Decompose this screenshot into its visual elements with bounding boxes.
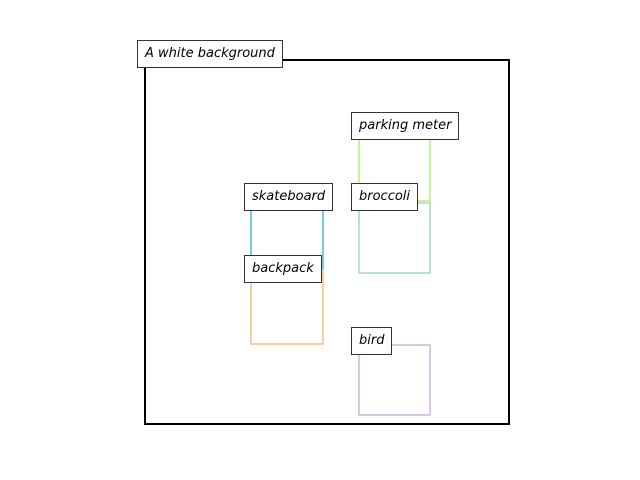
background-label: A white background — [137, 40, 283, 68]
parking-meter-label: parking meter — [351, 112, 460, 140]
skateboard-label: skateboard — [244, 183, 334, 211]
backpack-label: backpack — [244, 255, 322, 283]
broccoli-box — [358, 202, 431, 274]
bird-label: bird — [351, 327, 393, 355]
broccoli-label: broccoli — [351, 183, 419, 211]
